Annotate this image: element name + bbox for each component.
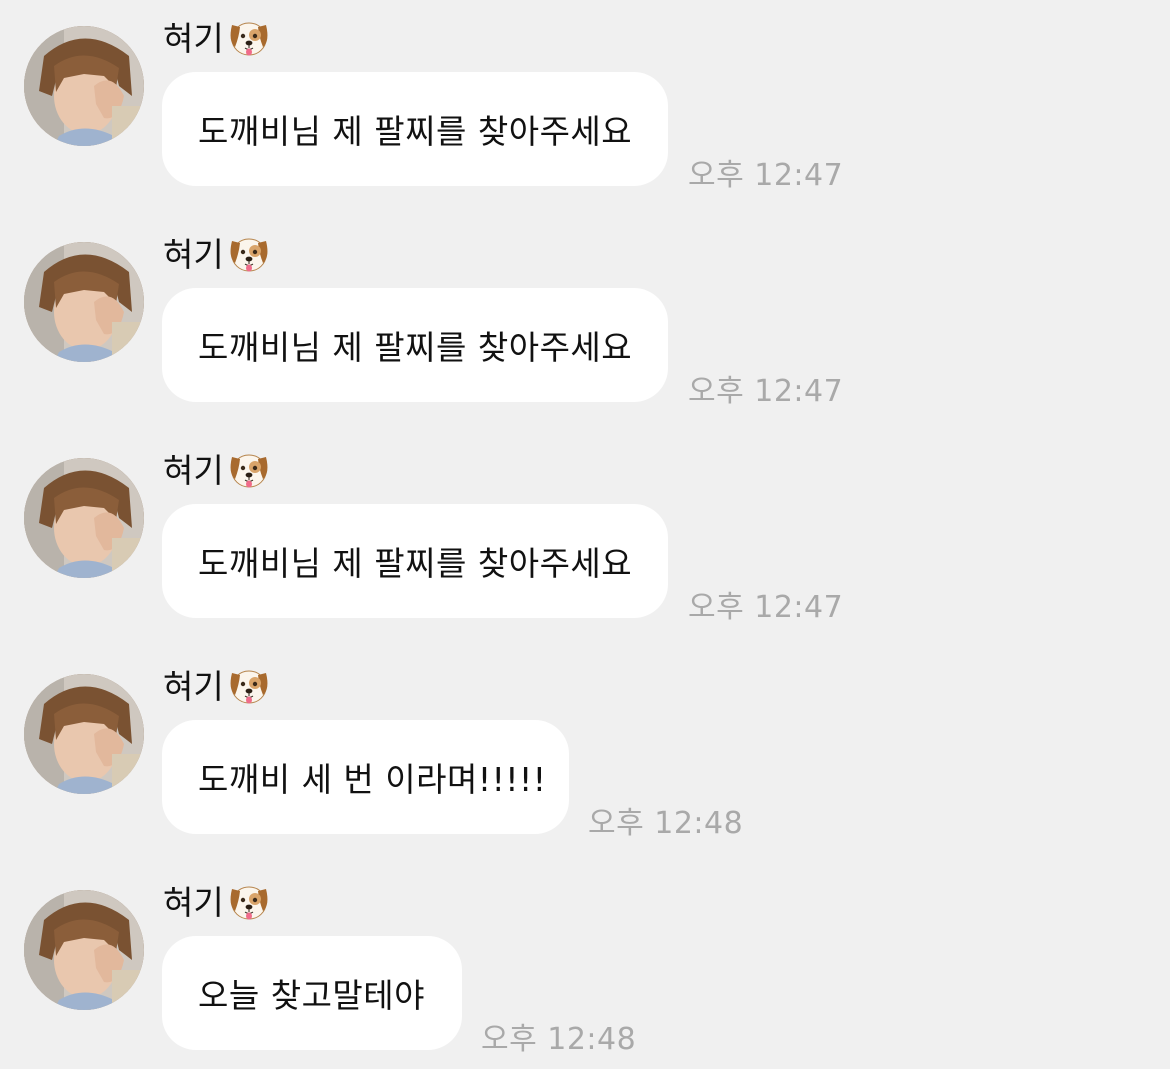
dog-face-icon: [226, 15, 272, 61]
chat-thread: 혀기 도깨비님 제 팔찌를 찾아주세요 오후 12:47 혀기 도깨비님 제 팔…: [0, 0, 1170, 1069]
chat-message: 혀기 도깨비 세 번 이라며!!!!! 오후 12:48: [0, 648, 1170, 848]
message-text: 도깨비님 제 팔찌를 찾아주세요: [198, 328, 633, 367]
message-bubble[interactable]: 도깨비님 제 팔찌를 찾아주세요: [162, 72, 668, 186]
sender: 혀기: [163, 228, 272, 280]
sender-name: 혀기: [163, 450, 224, 490]
dog-face-icon: [226, 663, 272, 709]
sender: 혀기: [163, 12, 272, 64]
message-bubble[interactable]: 도깨비님 제 팔찌를 찾아주세요: [162, 288, 668, 402]
message-text: 오늘 찾고말테야: [198, 976, 426, 1015]
avatar[interactable]: [24, 890, 144, 1010]
avatar[interactable]: [24, 26, 144, 146]
dog-face-icon: [226, 879, 272, 925]
avatar[interactable]: [24, 674, 144, 794]
message-text: 도깨비 세 번 이라며!!!!!: [198, 760, 547, 799]
sender-name: 혀기: [163, 18, 224, 58]
sender-name: 혀기: [163, 882, 224, 922]
chat-message: 혀기 오늘 찾고말테야 오후 12:48: [0, 864, 1170, 1064]
avatar-photo: [24, 26, 144, 146]
avatar-photo: [24, 890, 144, 1010]
message-timestamp: 오후 12:47: [688, 158, 844, 193]
sender: 혀기: [163, 444, 272, 496]
sender-name: 혀기: [163, 234, 224, 274]
sender: 혀기: [163, 876, 272, 928]
dog-face-icon: [226, 231, 272, 277]
avatar[interactable]: [24, 458, 144, 578]
chat-message: 혀기 도깨비님 제 팔찌를 찾아주세요 오후 12:47: [0, 216, 1170, 416]
message-timestamp: 오후 12:47: [688, 374, 844, 409]
sender: 혀기: [163, 660, 272, 712]
message-timestamp: 오후 12:48: [588, 806, 744, 841]
avatar-photo: [24, 458, 144, 578]
message-bubble[interactable]: 오늘 찾고말테야: [162, 936, 462, 1050]
avatar[interactable]: [24, 242, 144, 362]
chat-message: 혀기 도깨비님 제 팔찌를 찾아주세요 오후 12:47: [0, 432, 1170, 632]
message-timestamp: 오후 12:48: [481, 1022, 637, 1057]
sender-name: 혀기: [163, 666, 224, 706]
dog-face-icon: [226, 447, 272, 493]
chat-message: 혀기 도깨비님 제 팔찌를 찾아주세요 오후 12:47: [0, 0, 1170, 200]
message-text: 도깨비님 제 팔찌를 찾아주세요: [198, 544, 633, 583]
message-timestamp: 오후 12:47: [688, 590, 844, 625]
avatar-photo: [24, 242, 144, 362]
message-bubble[interactable]: 도깨비님 제 팔찌를 찾아주세요: [162, 504, 668, 618]
message-text: 도깨비님 제 팔찌를 찾아주세요: [198, 112, 633, 151]
message-bubble[interactable]: 도깨비 세 번 이라며!!!!!: [162, 720, 569, 834]
avatar-photo: [24, 674, 144, 794]
